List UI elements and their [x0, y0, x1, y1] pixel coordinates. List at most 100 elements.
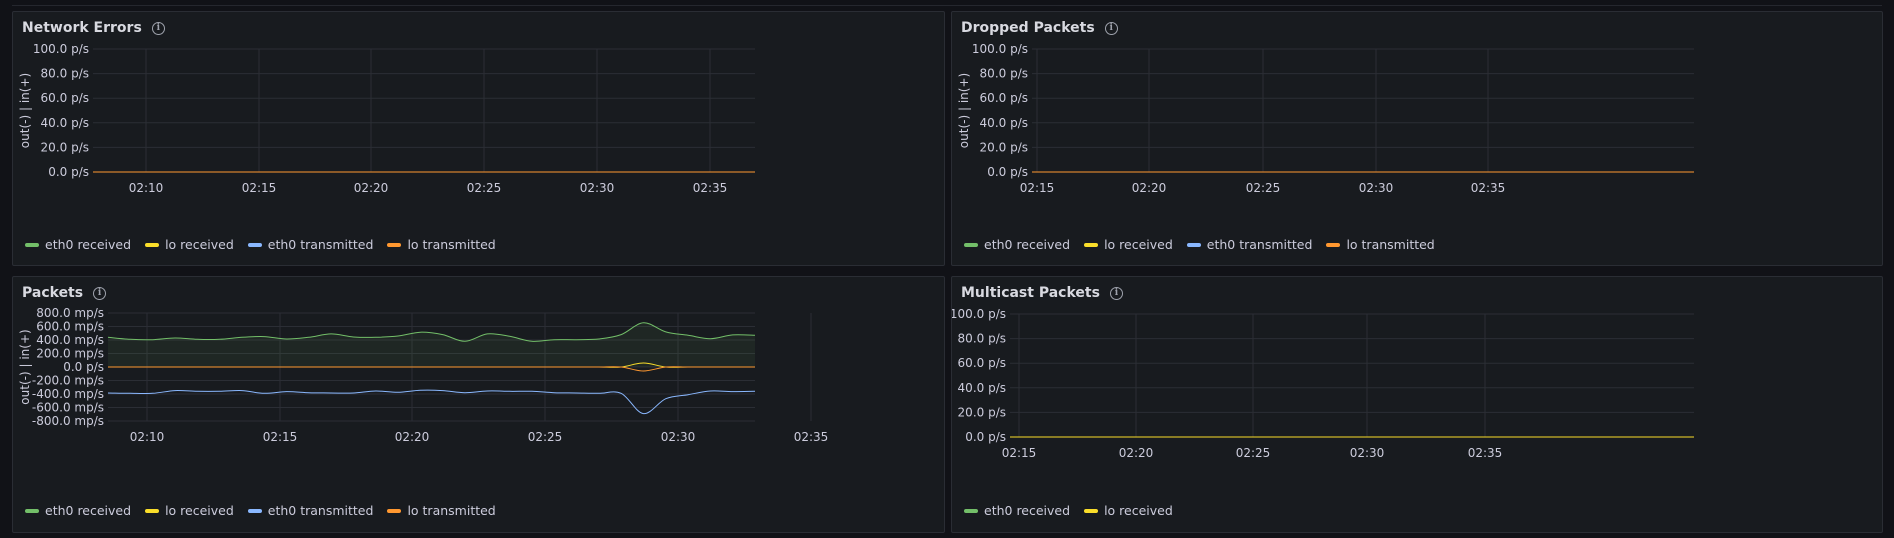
y-tick-label: 100.0 p/s	[972, 42, 1028, 56]
legend-label: eth0 transmitted	[1206, 237, 1313, 252]
y-tick-label: 20.0 p/s	[41, 140, 89, 154]
legend-item[interactable]: eth0 transmitted	[1186, 237, 1313, 252]
legend-label: lo received	[165, 237, 234, 252]
x-tick-label: 02:30	[1350, 446, 1385, 460]
legend-item[interactable]: eth0 transmitted	[247, 503, 374, 518]
legend-label: eth0 received	[984, 503, 1071, 518]
x-tick-label: 02:35	[794, 430, 829, 444]
y-tick-label: 20.0 p/s	[958, 405, 1006, 419]
legend-swatch	[247, 242, 262, 247]
legend-item[interactable]: eth0 received	[964, 503, 1070, 518]
x-tick-label: 02:15	[242, 181, 277, 195]
y-tick-label: 60.0 p/s	[41, 91, 89, 105]
chart-dropped-packets: 100.0 p/s 80.0 p/s 60.0 p/s 40.0 p/s 20.0 p/…	[957, 42, 1694, 195]
series-area	[108, 322, 755, 367]
x-tick-label: 02:25	[467, 181, 502, 195]
legend-swatch	[145, 508, 160, 513]
y-tick-label: 80.0 p/s	[958, 332, 1006, 346]
x-tick-label: 02:20	[1119, 446, 1154, 460]
x-tick-label: 02:15	[1002, 446, 1037, 460]
x-tick-label: 02:25	[1236, 446, 1271, 460]
x-tick-label: 02:25	[1246, 181, 1281, 195]
y-tick-label: 0.0 p/s	[48, 165, 89, 179]
y-tick-label: -600.0 mp/s	[32, 401, 104, 415]
legend-item[interactable]: lo received	[145, 237, 234, 252]
legend-swatch	[964, 508, 978, 513]
x-tick-label: 02:15	[1020, 181, 1055, 195]
y-tick-label: 400.0 mp/s	[36, 333, 104, 347]
y-tick-label: -800.0 mp/s	[32, 414, 104, 428]
legend-swatch	[1084, 242, 1099, 247]
y-tick-label: 200.0 mp/s	[36, 347, 104, 361]
y-tick-label: 60.0 p/s	[958, 356, 1006, 370]
legend-item[interactable]: eth0 received	[25, 237, 131, 252]
legend-swatch	[387, 242, 402, 247]
legend-swatch	[145, 242, 160, 247]
x-tick-label: 02:35	[693, 181, 728, 195]
y-tick-label: 40.0 p/s	[41, 116, 89, 130]
legend-swatch	[25, 242, 39, 247]
chart-multicast-packets: 100.0 p/s 80.0 p/s 60.0 p/s 40.0 p/s 20.0 p/…	[952, 307, 1694, 460]
legend: eth0 received lo received eth0 transmitted…	[25, 237, 496, 252]
y-tick-label: 100.0 p/s	[952, 307, 1006, 321]
legend-label: eth0 transmitted	[267, 503, 374, 518]
y-tick-label: 0.0 p/s	[987, 165, 1028, 179]
legend-swatch	[25, 508, 39, 513]
y-tick-label: 60.0 p/s	[980, 91, 1028, 105]
y-tick-label: 40.0 p/s	[980, 116, 1028, 130]
x-tick-label: 02:15	[263, 430, 298, 444]
dashboard-row-divider	[0, 0, 1894, 6]
panel-multicast-packets[interactable]: Multicast Packets i 100.0 p/s 80.0 p/s 60.…	[951, 276, 1883, 533]
y-tick-label: 80.0 p/s	[980, 67, 1028, 81]
y-tick-label: 80.0 p/s	[41, 67, 89, 81]
x-tick-label: 02:35	[1468, 446, 1503, 460]
legend-label: lo transmitted	[407, 237, 496, 252]
legend-item[interactable]: eth0 received	[964, 237, 1070, 252]
y-tick-label: 40.0 p/s	[958, 381, 1006, 395]
x-tick-label: 02:20	[354, 181, 389, 195]
y-axis-label: out(-) | in(+)	[957, 73, 971, 148]
legend-swatch	[1326, 242, 1341, 247]
legend-label: lo transmitted	[1346, 237, 1435, 252]
y-tick-label: 600.0 mp/s	[36, 320, 104, 334]
y-tick-label: 0.0 p/s	[63, 360, 104, 374]
legend-label: eth0 received	[45, 503, 132, 518]
x-tick-label: 02:20	[395, 430, 430, 444]
y-tick-label: 800.0 mp/s	[36, 306, 104, 320]
legend-swatch	[964, 242, 978, 247]
y-axis-label: out(-) | in(+)	[18, 73, 32, 148]
legend-swatch	[247, 508, 262, 513]
legend: eth0 received lo received	[964, 503, 1173, 518]
x-tick-label: 02:35	[1471, 181, 1506, 195]
chart-network-errors: 100.0 p/s 80.0 p/s 60.0 p/s 40.0 p/s 20.0 p/…	[18, 42, 755, 195]
legend-item[interactable]: eth0 transmitted	[247, 237, 374, 252]
legend-label: eth0 transmitted	[267, 237, 374, 252]
panel-dropped-packets[interactable]: Dropped Packets i 100.0 p/s 80.0 p/s 60.0 …	[951, 11, 1883, 266]
legend-label: lo received	[1104, 503, 1173, 518]
legend-label: lo transmitted	[407, 503, 496, 518]
legend-item[interactable]: eth0 received	[25, 503, 131, 518]
legend-label: eth0 received	[45, 237, 132, 252]
panel-network-errors[interactable]: Network Errors i 100.0 p/s 80.0 p/s 60.0 p…	[12, 11, 945, 266]
x-tick-label: 02:20	[1132, 181, 1167, 195]
legend-label: eth0 received	[984, 237, 1071, 252]
legend-item[interactable]: lo received	[1084, 503, 1173, 518]
legend-swatch	[387, 508, 402, 513]
legend-item[interactable]: lo received	[1084, 237, 1173, 252]
y-tick-label: 100.0 p/s	[33, 42, 89, 56]
legend-item[interactable]: lo transmitted	[387, 237, 496, 252]
legend-item[interactable]: lo transmitted	[387, 503, 496, 518]
y-axis-label: out(-) | in(+)	[18, 329, 32, 404]
legend-item[interactable]: lo transmitted	[1326, 237, 1435, 252]
x-tick-label: 02:30	[580, 181, 615, 195]
legend-item[interactable]: lo received	[145, 503, 234, 518]
y-tick-label: 20.0 p/s	[980, 140, 1028, 154]
legend-swatch	[1186, 242, 1201, 247]
panel-packets[interactable]: Packets i 800.0 mp/s 600.0 mp/s 400.0 mp/s…	[12, 276, 945, 533]
chart-packets: 800.0 mp/s600.0 mp/s400.0 mp/s200.0 mp/s…	[18, 306, 829, 444]
x-tick-label: 02:10	[129, 181, 164, 195]
y-tick-label: -400.0 mp/s	[32, 387, 104, 401]
legend-label: lo received	[165, 503, 234, 518]
y-tick-label: -200.0 mp/s	[32, 374, 104, 388]
legend-swatch	[1084, 508, 1099, 513]
